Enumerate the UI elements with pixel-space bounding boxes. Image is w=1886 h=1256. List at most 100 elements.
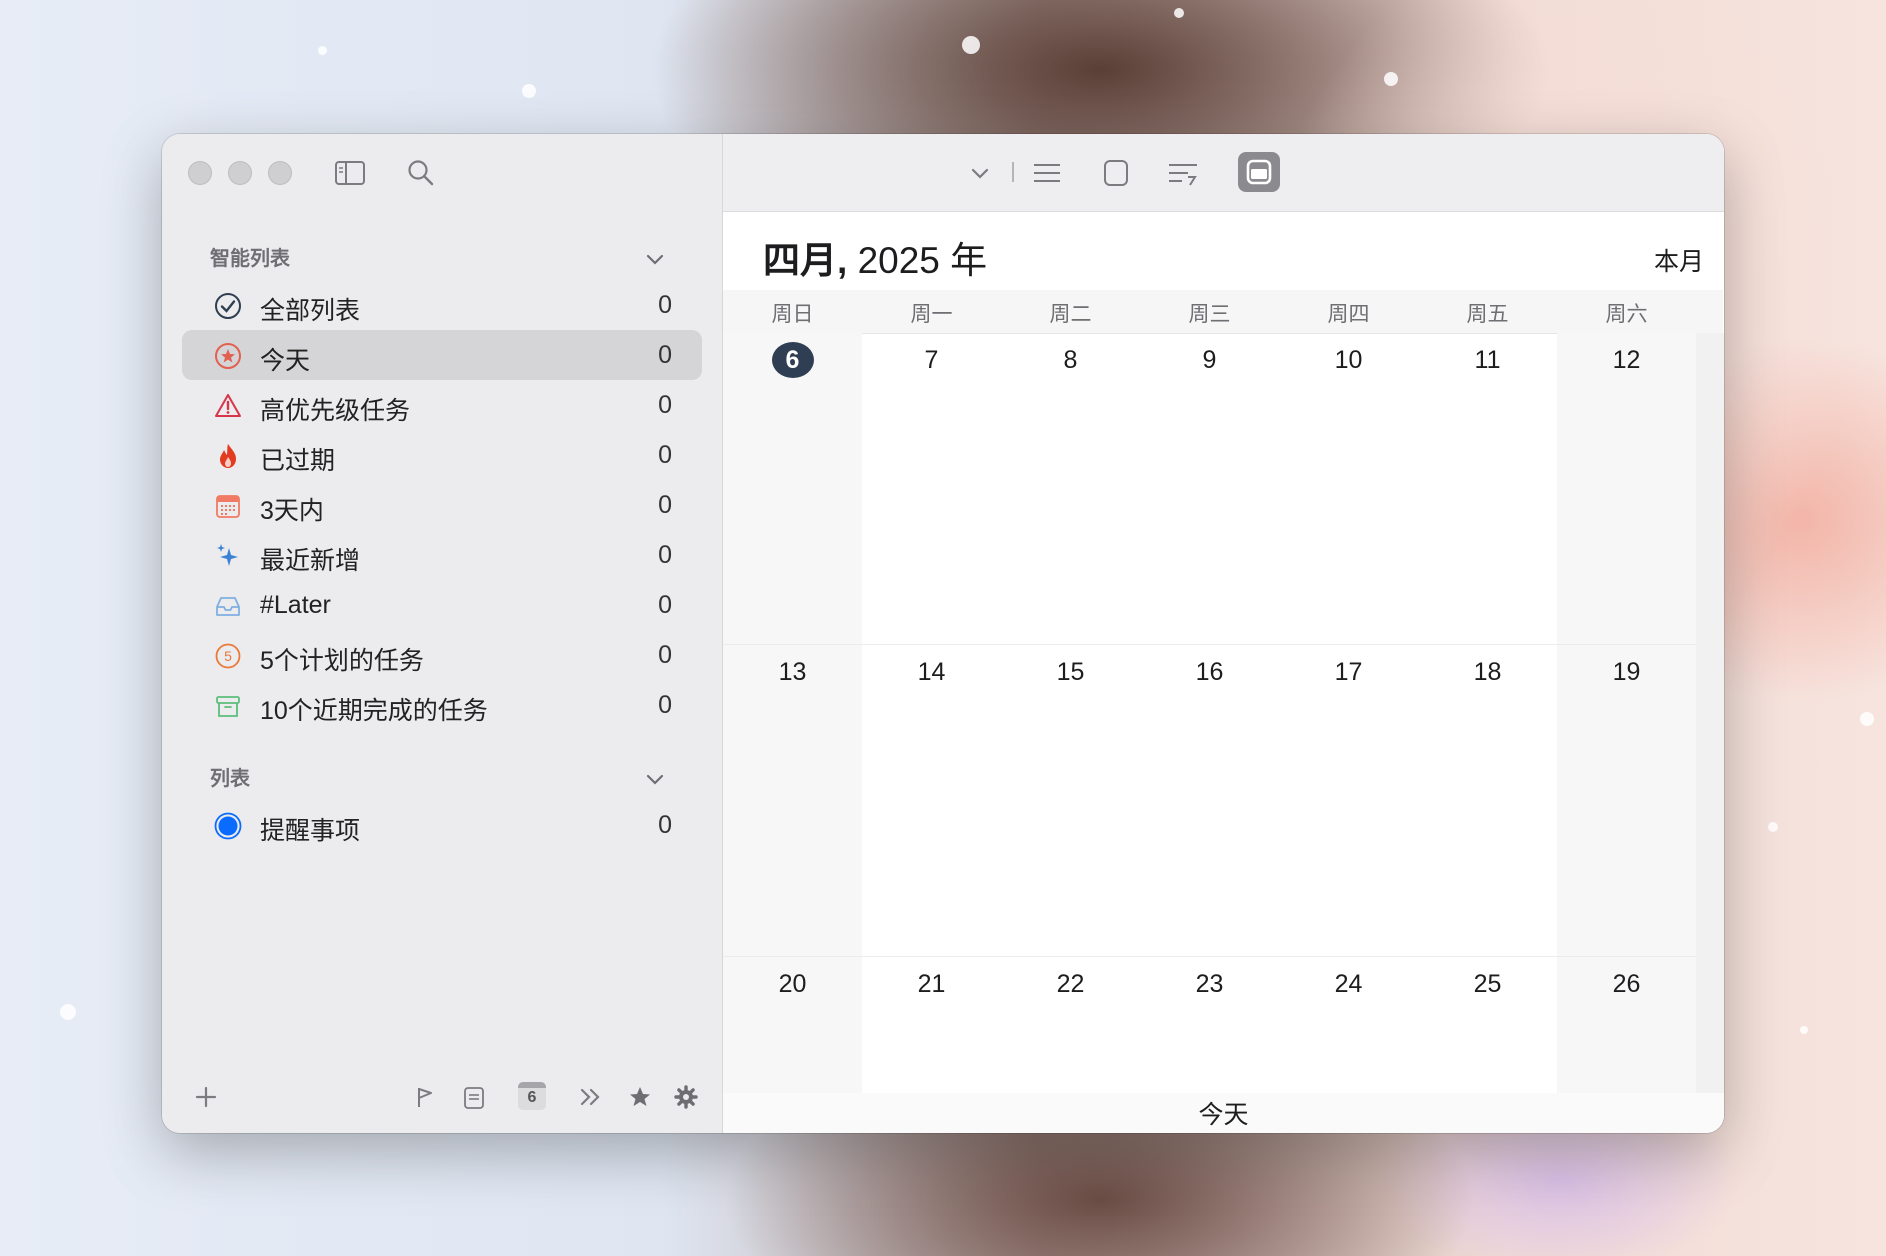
smart-list-recently-added[interactable]: 最近新增 0 [182, 530, 702, 580]
smart-list-later[interactable]: #Later 0 [182, 580, 702, 630]
list-item-label: 10个近期完成的任务 [260, 697, 488, 725]
day-number: 15 [1056, 658, 1085, 686]
archive-box-icon [216, 696, 240, 717]
weekday-label: 周三 [1188, 303, 1231, 326]
list-item-label: 高优先级任务 [260, 397, 411, 425]
day-number: 11 [1474, 346, 1501, 374]
chevron-down-icon[interactable] [642, 246, 668, 272]
day-cell[interactable]: 7 [862, 333, 1001, 645]
month-label: 四月, [763, 240, 848, 281]
gear-icon[interactable] [674, 1085, 698, 1109]
smart-list-all[interactable]: 全部列表 0 [182, 280, 702, 330]
chevron-down-icon[interactable] [961, 154, 999, 192]
weekday-label: 周日 [771, 303, 814, 326]
day-cell[interactable]: 10 [1279, 333, 1418, 645]
day-number: 22 [1056, 970, 1085, 998]
tray-icon [216, 597, 240, 616]
sidebar: 智能列表 全部列表 0 今天 0 高优先级任务 0 已过期 0 3天内 0 最近… [162, 134, 723, 1133]
star-icon[interactable] [628, 1085, 652, 1109]
list-item-count: 0 [658, 441, 672, 469]
smart-list-overdue[interactable]: 已过期 0 [182, 430, 702, 480]
calendar-pane: 四月, 2025 年 本月 周日 周一 周二 周三 周四 周五 周六 6 7 8… [723, 134, 1724, 1133]
day-number: 18 [1473, 658, 1502, 686]
double-chevron-right-icon[interactable] [578, 1085, 604, 1109]
list-item-count: 0 [658, 811, 672, 839]
year-label: 2025 年 [857, 240, 988, 281]
day-cell[interactable]: 22 [1001, 957, 1140, 1093]
smart-list-next-3-days[interactable]: 3天内 0 [182, 480, 702, 530]
day-cell[interactable]: 26 [1557, 957, 1696, 1093]
weekday-label: 周一 [910, 303, 953, 326]
day-number: 13 [778, 658, 807, 686]
day-number: 23 [1195, 970, 1224, 998]
smart-lists-header: 智能列表 [210, 248, 290, 270]
day-cell[interactable]: 19 [1557, 645, 1696, 957]
this-month-button[interactable]: 本月 [1654, 242, 1704, 278]
day-number-today: 6 [771, 342, 814, 378]
smart-list-today[interactable]: 今天 0 [182, 330, 702, 380]
day-cell[interactable]: 21 [862, 957, 1001, 1093]
add-list-icon[interactable] [194, 1085, 218, 1109]
list-item-count: 0 [658, 341, 672, 369]
card-view-icon[interactable] [1097, 154, 1135, 192]
list-reminders[interactable]: 提醒事项 0 [182, 800, 702, 850]
list-item-count: 0 [658, 391, 672, 419]
scrollbar-track[interactable] [1696, 333, 1724, 1093]
sort-icon[interactable] [1164, 154, 1202, 192]
minimize-window-button[interactable] [228, 161, 252, 185]
day-number: 9 [1202, 346, 1217, 374]
close-window-button[interactable] [188, 161, 212, 185]
flag-icon[interactable] [414, 1085, 436, 1109]
day-number: 19 [1612, 658, 1641, 686]
day-cell[interactable]: 24 [1279, 957, 1418, 1093]
today-button[interactable]: 今天 [723, 1093, 1724, 1133]
notes-icon[interactable] [462, 1085, 486, 1111]
day-cell[interactable]: 9 [1140, 333, 1279, 645]
day-number: 16 [1195, 658, 1224, 686]
weekday-label: 周二 [1049, 303, 1092, 326]
list-item-label: 已过期 [260, 447, 336, 475]
app-window: 智能列表 全部列表 0 今天 0 高优先级任务 0 已过期 0 3天内 0 最近… [162, 134, 1724, 1133]
day-cell[interactable]: 13 [723, 645, 862, 957]
svg-text:5: 5 [224, 648, 232, 664]
smart-list-planned[interactable]: 5 5个计划的任务 0 [182, 630, 702, 680]
toolbar-divider [1012, 162, 1014, 182]
star-circle-icon [215, 343, 241, 369]
day-cell[interactable]: 25 [1418, 957, 1557, 1093]
day-cell[interactable]: 12 [1557, 333, 1696, 645]
list-item-label: #Later [260, 591, 331, 619]
search-icon[interactable] [406, 158, 436, 188]
list-item-count: 0 [658, 641, 672, 669]
month-grid: 6 7 8 9 10 11 12 13 14 15 16 17 18 19 20… [723, 333, 1696, 1093]
day-cell[interactable]: 18 [1418, 645, 1557, 957]
calendar-view-button[interactable] [1238, 152, 1280, 192]
weekday-header: 周日 周一 周二 周三 周四 周五 周六 [723, 290, 1723, 334]
day-cell[interactable]: 6 [723, 333, 862, 645]
checkmark-circle-icon [215, 293, 241, 319]
day-number: 26 [1612, 970, 1641, 998]
day-cell[interactable]: 14 [862, 645, 1001, 957]
day-cell[interactable]: 8 [1001, 333, 1140, 645]
list-item-count: 0 [658, 291, 672, 319]
list-item-label: 最近新增 [260, 547, 361, 575]
smart-list-recently-completed[interactable]: 10个近期完成的任务 0 [182, 680, 702, 730]
day-number: 21 [917, 970, 946, 998]
list-item-label: 提醒事项 [260, 817, 361, 845]
day-cell[interactable]: 15 [1001, 645, 1140, 957]
day-number: 20 [778, 970, 807, 998]
day-cell[interactable]: 17 [1279, 645, 1418, 957]
sidebar-toggle-icon[interactable] [334, 160, 366, 186]
chevron-down-icon[interactable] [642, 766, 668, 792]
day-cell[interactable]: 23 [1140, 957, 1279, 1093]
day-cell[interactable]: 11 [1418, 333, 1557, 645]
zoom-window-button[interactable] [268, 161, 292, 185]
list-view-icon[interactable] [1028, 154, 1066, 192]
day-cell[interactable]: 20 [723, 957, 862, 1093]
smart-list-high-priority[interactable]: 高优先级任务 0 [182, 380, 702, 430]
day-number: 25 [1473, 970, 1502, 998]
day-number: 8 [1063, 346, 1078, 374]
day-cell[interactable]: 16 [1140, 645, 1279, 957]
calendar-badge-icon[interactable]: 6 [518, 1082, 546, 1110]
flame-icon [220, 444, 236, 468]
day-number: 17 [1334, 658, 1363, 686]
